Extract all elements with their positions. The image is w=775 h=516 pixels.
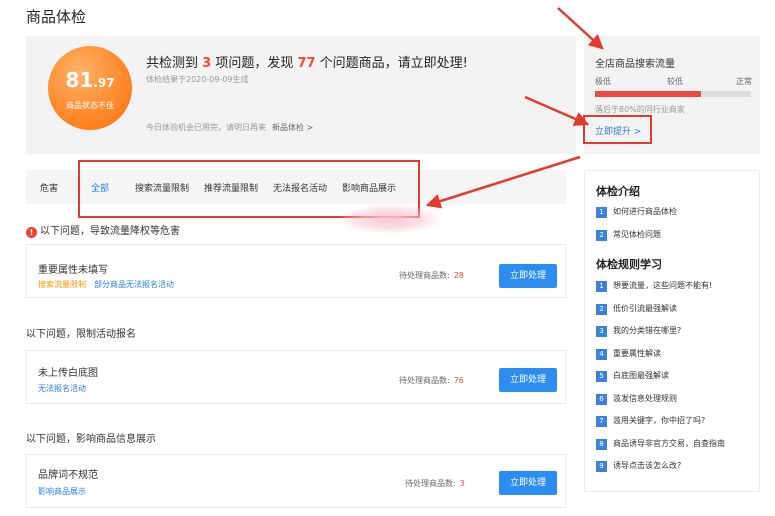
issue-tag: 影响商品展示 — [38, 487, 86, 496]
traffic-title: 全店商品搜索流量 — [595, 59, 675, 70]
issue-tags: 影响商品展示 — [38, 486, 86, 497]
redaction-smudge — [340, 205, 440, 233]
traffic-level-low: 极低 — [595, 77, 611, 86]
page-title: 商品体检 — [26, 8, 87, 26]
issue-card — [26, 350, 566, 404]
tab-danger-label: 危害 — [40, 184, 59, 194]
issue-tags: 无法报名活动 — [38, 383, 86, 394]
intro-heading: 体检介绍 — [596, 185, 640, 198]
score-circle: 81.97 商品状态不佳 — [48, 46, 132, 130]
annotation-box-improve — [583, 115, 652, 144]
traffic-note: 落后于80%的同行业商家 — [595, 105, 685, 114]
sidebar-link[interactable]: 2 常见体检问题 — [596, 229, 661, 241]
pending-count: 待处理商品数: 3 — [405, 479, 465, 488]
pending-count: 待处理商品数: 76 — [399, 376, 464, 385]
sidebar-link[interactable]: 4 重要属性解读 — [596, 348, 661, 360]
issue-name: 品牌词不规范 — [38, 470, 98, 481]
sidebar-link[interactable]: 1 想要流量，这些问题不能有! — [596, 280, 712, 292]
rules-heading: 体检规则学习 — [596, 258, 662, 271]
issue-tags: 搜索流量限制 部分商品无法报名活动 — [38, 279, 174, 290]
section-title-display: 以下问题，影响商品信息展示 — [26, 434, 156, 445]
traffic-level-mid: 较低 — [667, 77, 683, 86]
section-title-traffic: ! 以下问题，导致流量降权等危害 — [26, 222, 180, 238]
traffic-level-normal: 正常 — [736, 77, 752, 86]
sidebar-link[interactable]: 6 滥发信息处理规则 — [596, 393, 677, 405]
traffic-bar — [595, 91, 751, 97]
score-value: 81.97 — [65, 68, 115, 92]
handle-now-button[interactable]: 立即处理 — [499, 264, 557, 288]
score-status: 商品状态不佳 — [66, 101, 114, 110]
issue-card — [26, 454, 566, 508]
result-time: 体检结果于2020-09-09生成 — [146, 75, 249, 84]
sidebar-link[interactable]: 7 滥用关键字，你中招了吗? — [596, 415, 705, 427]
issue-tag: 无法报名活动 — [38, 384, 86, 393]
sidebar-link[interactable]: 1 如何进行商品体检 — [596, 206, 677, 218]
warning-icon: ! — [26, 227, 37, 238]
section-title-activity: 以下问题，限制活动报名 — [26, 329, 136, 340]
sidebar-link[interactable]: 2 低价引流最强解读 — [596, 303, 677, 315]
handle-now-button[interactable]: 立即处理 — [499, 368, 557, 392]
summary-headline: 共检测到 3 项问题，发现 77 个问题商品，请立即处理! — [146, 56, 468, 71]
traffic-bar-fill — [595, 91, 702, 97]
issue-name: 重要属性未填写 — [38, 265, 108, 276]
new-product-check-link[interactable]: 新品体检 > — [272, 123, 313, 132]
pending-count: 待处理商品数: 28 — [399, 271, 464, 280]
issue-tag: 搜索流量限制 — [38, 280, 86, 289]
handle-now-button[interactable]: 立即处理 — [499, 471, 557, 495]
sidebar-link[interactable]: 5 白底图最强解读 — [596, 370, 669, 382]
sidebar-link[interactable]: 8 商品诱导非官方交易，自查指南 — [596, 438, 725, 450]
issue-count: 3 — [202, 56, 212, 71]
today-note: 今日体验机会已用完，请明日再来 新品体检 > — [146, 123, 314, 132]
sidebar-link[interactable]: 9 诱导点击该怎么改? — [596, 460, 681, 472]
problem-product-count: 77 — [297, 56, 316, 71]
issue-tag: 部分商品无法报名活动 — [94, 280, 174, 289]
issue-name: 未上传白底图 — [38, 368, 98, 379]
sidebar-link[interactable]: 3 我的分类错在哪里? — [596, 325, 681, 337]
